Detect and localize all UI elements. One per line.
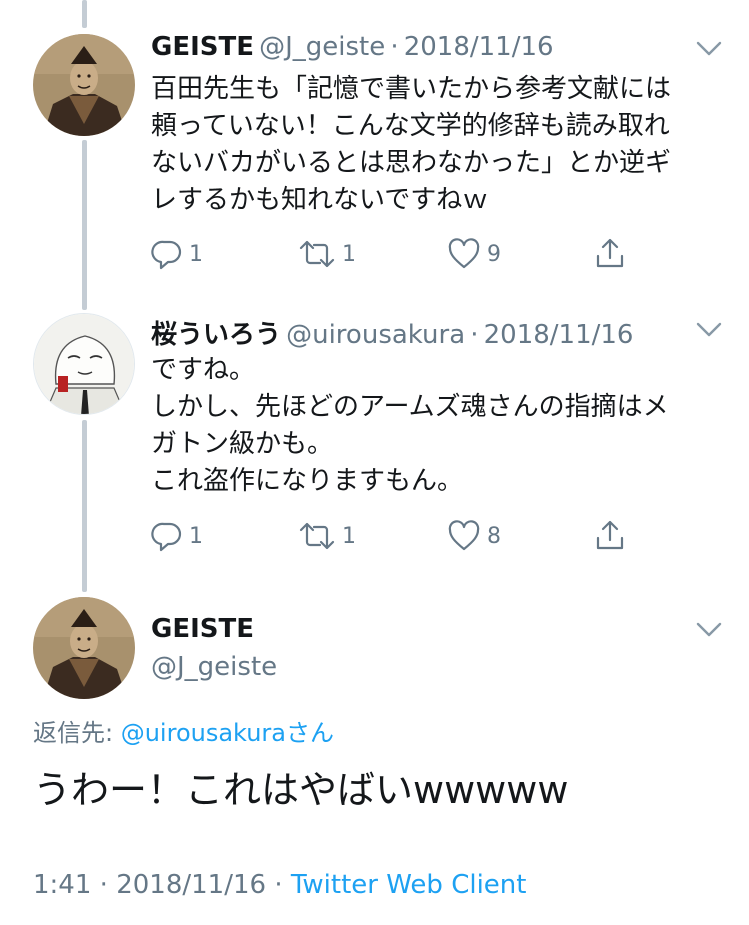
reply-icon <box>151 522 182 552</box>
retweet-icon <box>299 240 335 268</box>
chevron-down-icon[interactable] <box>696 622 722 638</box>
tweet-date[interactable]: 2018/11/16 <box>484 320 634 350</box>
client-link[interactable]: Twitter Web Client <box>291 870 527 900</box>
like-count: 8 <box>487 523 501 549</box>
reply-count: 1 <box>189 523 203 549</box>
share-button[interactable] <box>594 518 626 552</box>
handle[interactable]: @uirousakura <box>286 320 465 350</box>
retweet-count: 1 <box>342 523 356 549</box>
separator-dot: · <box>390 32 399 62</box>
replying-to-label: 返信先: <box>33 719 121 747</box>
tweet-footer: 1:41 · 2018/11/16 · Twitter Web Client <box>33 870 526 900</box>
tweet-header: GEISTE @J_geiste · 2018/11/16 <box>151 32 554 62</box>
avatar[interactable] <box>33 34 135 136</box>
avatar[interactable] <box>33 313 135 415</box>
like-button[interactable]: 8 <box>447 520 501 552</box>
chevron-down-icon[interactable] <box>696 41 722 57</box>
like-icon <box>448 520 480 551</box>
like-icon <box>448 238 480 269</box>
main-tweet-text: うわー！これはやばいwwwww <box>33 768 569 812</box>
replying-to: 返信先: @uirousakuraさん <box>33 713 334 748</box>
display-name[interactable]: GEISTE <box>151 32 254 62</box>
tweet-date[interactable]: 2018/11/16 <box>404 32 554 62</box>
like-count: 9 <box>487 241 501 267</box>
honorific: さん <box>286 719 334 747</box>
display-name[interactable]: 桜ういろう <box>151 320 281 350</box>
chevron-down-icon[interactable] <box>696 322 722 338</box>
reply-count: 1 <box>189 241 203 267</box>
display-name[interactable]: GEISTE <box>151 614 254 644</box>
retweet-button[interactable]: 1 <box>298 520 356 552</box>
thread-line-bottom <box>82 420 87 592</box>
like-button[interactable]: 9 <box>447 238 501 270</box>
tweet-header: 桜ういろう @uirousakura · 2018/11/16 <box>151 314 633 351</box>
reply-button[interactable]: 1 <box>151 238 203 270</box>
share-icon <box>596 520 624 550</box>
tweet-time[interactable]: 1:41 <box>33 870 91 900</box>
separator-dot: · <box>470 320 479 350</box>
reply-button[interactable]: 1 <box>151 520 203 552</box>
retweet-button[interactable]: 1 <box>298 238 356 270</box>
reply-icon <box>151 240 182 270</box>
separator-dot: · <box>274 870 283 900</box>
tweet-text: 百田先生も「記憶で書いたから参考文献には 頼っていない！こんな文学的修辞も読み取… <box>151 74 672 215</box>
separator-dot: · <box>99 870 108 900</box>
retweet-icon <box>299 522 335 550</box>
tweet-text: ですね。 しかし、先ほどのアームズ魂さんの指摘はメ ガトン級かも。 これ盗作にな… <box>151 355 669 496</box>
avatar[interactable] <box>33 597 135 699</box>
mention-link[interactable]: @uirousakura <box>121 719 286 747</box>
handle[interactable]: @J_geiste <box>259 32 385 62</box>
retweet-count: 1 <box>342 241 356 267</box>
share-button[interactable] <box>594 236 626 270</box>
thread-line-middle <box>82 140 87 310</box>
thread-line-top <box>82 0 87 28</box>
share-icon <box>596 238 624 268</box>
tweet-date[interactable]: 2018/11/16 <box>116 870 266 900</box>
handle[interactable]: @J_geiste <box>151 652 277 682</box>
